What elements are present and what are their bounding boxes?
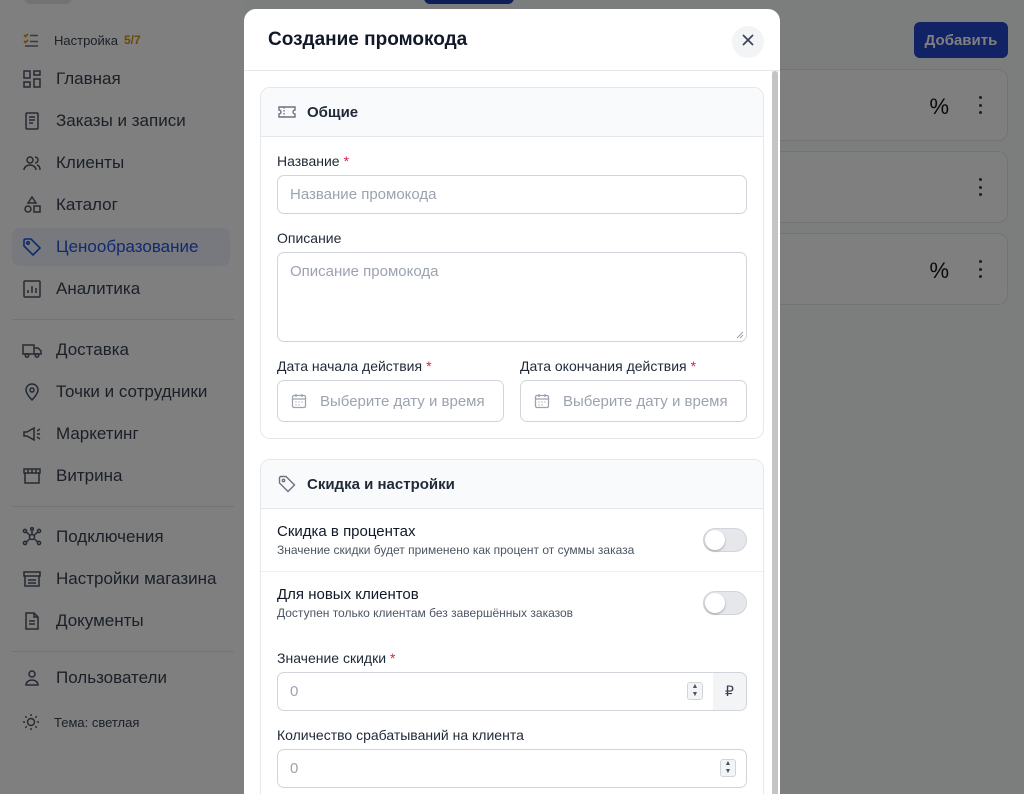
description-placeholder: Описание промокода [290,263,439,280]
uses-per-client-placeholder: 0 [290,760,299,777]
create-promocode-modal: Создание промокода Общие Название * Назва… [244,9,780,794]
uses-per-client-label: Количество срабатываний на клиента [277,727,524,743]
number-stepper[interactable]: ▲ ▼ [720,759,736,777]
tag-icon [277,474,297,494]
modal-scrollbar[interactable] [772,71,778,794]
percent-discount-row: Скидка в процентах Значение скидки будет… [261,509,763,572]
modal-title: Создание промокода [268,29,468,50]
discount-section: Скидка и настройки Скидка в процентах Зн… [260,459,764,794]
description-textarea[interactable]: Описание промокода [277,252,747,342]
scrollbar-thumb[interactable] [772,71,778,794]
section-title: Общие [307,103,359,121]
name-placeholder: Название промокода [290,186,437,203]
end-date-picker[interactable]: Выберите дату и время [520,380,747,422]
general-section: Общие Название * Название промокода Описа… [260,87,764,439]
chevron-up-icon[interactable]: ▲ [692,683,699,691]
chevron-down-icon[interactable]: ▼ [692,691,699,699]
section-title: Скидка и настройки [307,475,455,493]
uses-per-client-input[interactable]: 0 ▲ ▼ [277,749,747,788]
percent-discount-title: Скидка в процентах [277,523,416,540]
new-clients-toggle[interactable] [703,591,747,615]
percent-discount-toggle[interactable] [703,528,747,552]
modal-header: Создание промокода [244,9,780,71]
new-clients-description: Доступен только клиентам без завершённых… [277,606,574,620]
number-stepper[interactable]: ▲ ▼ [687,682,703,700]
close-button[interactable] [732,26,764,58]
chevron-down-icon[interactable]: ▼ [725,768,732,776]
calendar-icon [290,392,308,410]
close-icon [741,33,755,52]
new-clients-row: Для новых клиентов Доступен только клиен… [261,572,763,635]
section-header: Скидка и настройки [261,460,763,509]
resize-handle-icon[interactable] [736,331,744,339]
chevron-up-icon[interactable]: ▲ [725,760,732,768]
calendar-icon [533,392,551,410]
end-date-placeholder: Выберите дату и время [563,392,728,410]
name-label: Название * [277,153,350,169]
percent-discount-description: Значение скидки будет применено как проц… [277,543,635,557]
start-date-label: Дата начала действия * [277,358,432,374]
end-date-label: Дата окончания действия * [520,358,697,374]
new-clients-title: Для новых клиентов [277,586,419,603]
toggle-knob [705,593,725,613]
discount-value-label: Значение скидки * [277,650,396,666]
toggle-knob [705,530,725,550]
currency-suffix: ₽ [713,672,747,711]
discount-value-input[interactable]: 0 ▲ ▼ [277,672,714,711]
section-header: Общие [261,88,763,137]
start-date-picker[interactable]: Выберите дату и время [277,380,504,422]
ticket-icon [277,102,297,122]
start-date-placeholder: Выберите дату и время [320,392,485,410]
name-input[interactable]: Название промокода [277,175,747,214]
discount-value-placeholder: 0 [290,683,299,700]
description-label: Описание [277,230,342,246]
